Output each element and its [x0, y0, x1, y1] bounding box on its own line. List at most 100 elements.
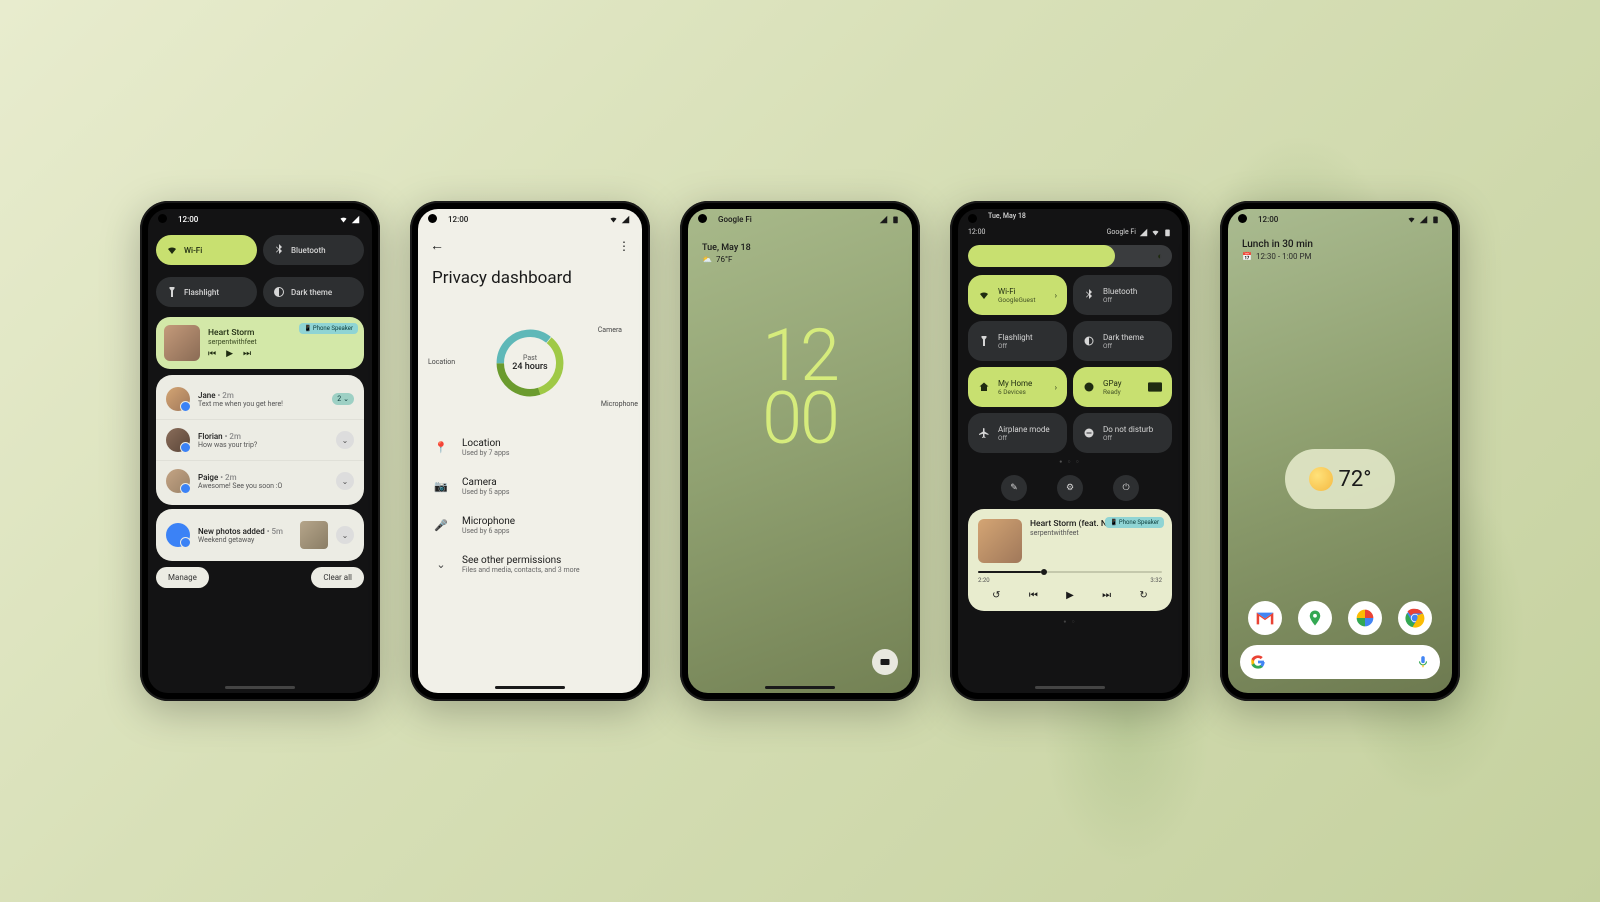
clear-all-button[interactable]: Clear all	[311, 567, 364, 588]
chevron-right-icon: ›	[1055, 291, 1057, 300]
media-play-icon[interactable]: ▶	[1066, 590, 1074, 601]
gesture-nav-bar[interactable]	[1035, 686, 1105, 689]
output-badge[interactable]: 📱 Phone Speaker	[1105, 517, 1164, 528]
permission-row-location[interactable]: 📍 LocationUsed by 7 apps	[418, 428, 642, 467]
phone-notification-shade: 12:00 Wi-Fi Bluetooth Flashlight	[140, 201, 380, 701]
qs-tile-bluetooth[interactable]: BluetoothOff	[1073, 275, 1172, 315]
location-icon: 📍	[432, 441, 450, 454]
app-icon-gmail[interactable]	[1248, 601, 1282, 635]
search-bar[interactable]	[1240, 645, 1440, 679]
manage-button[interactable]: Manage	[156, 567, 209, 588]
status-date: Tue, May 18	[988, 212, 1026, 220]
qs-tile-gpay[interactable]: GPayReady	[1073, 367, 1172, 407]
at-a-glance-widget[interactable]: Lunch in 30 min 📅12:30 - 1:00 PM	[1228, 229, 1452, 261]
weather-widget[interactable]: 72°	[1285, 449, 1395, 509]
donut-label-microphone: Microphone	[601, 400, 638, 408]
notification-item[interactable]: New photos added • 5m Weekend getaway ⌄	[156, 513, 364, 557]
qs-tile-bluetooth[interactable]: Bluetooth	[263, 235, 364, 265]
media-player-card[interactable]: Heart Storm serpentwithfeet ⏮ ▶ ⏭ 📱 Phon…	[156, 317, 364, 369]
cell-signal-icon	[1419, 215, 1428, 224]
rewind-icon[interactable]: ↺	[992, 590, 1000, 601]
media-next-icon[interactable]: ⏭	[1102, 590, 1111, 601]
permission-row-camera[interactable]: 📷 CameraUsed by 5 apps	[418, 467, 642, 506]
permission-row-microphone[interactable]: 🎤 MicrophoneUsed by 6 apps	[418, 506, 642, 545]
brightness-auto-icon: ◐	[1152, 248, 1168, 264]
avatar	[166, 428, 190, 452]
notification-item[interactable]: Paige • 2m Awesome! See you soon :O ⌄	[156, 461, 364, 501]
qs-tile-wifi[interactable]: Wi-Fi	[156, 235, 257, 265]
expand-icon[interactable]: ⌄	[336, 526, 354, 544]
expand-icon[interactable]: ⌄	[336, 431, 354, 449]
gesture-nav-bar[interactable]	[765, 686, 835, 689]
status-bar: 12:00	[418, 209, 642, 229]
qs-tile-home[interactable]: My Home6 Devices ›	[968, 367, 1067, 407]
gesture-nav-bar[interactable]	[225, 686, 295, 689]
qs-tile-flashlight[interactable]: Flashlight	[156, 277, 257, 307]
forward-icon[interactable]: ↻	[1139, 590, 1147, 601]
weather-temp: 72°	[1339, 467, 1372, 492]
brightness-slider[interactable]: ◐	[968, 245, 1172, 267]
edit-tiles-button[interactable]: ✎	[1001, 475, 1027, 501]
media-next-icon[interactable]: ⏭	[243, 349, 251, 359]
total-time: 3:32	[1150, 577, 1162, 584]
flashlight-icon	[978, 335, 990, 347]
status-bar: Google Fi	[688, 209, 912, 229]
settings-button[interactable]: ⚙	[1057, 475, 1083, 501]
page-indicator: ● ○ ○	[958, 457, 1182, 467]
album-art	[164, 325, 200, 361]
wifi-icon	[166, 244, 178, 256]
media-progress[interactable]	[978, 571, 1162, 573]
expand-icon[interactable]: ⌄	[336, 472, 354, 490]
qs-tile-flashlight[interactable]: FlashlightOff	[968, 321, 1067, 361]
page-title: Privacy dashboard	[418, 262, 642, 298]
cell-signal-icon	[879, 215, 888, 224]
qs-tile-dnd[interactable]: Do not disturbOff	[1073, 413, 1172, 453]
carrier-label: Google Fi	[718, 215, 752, 224]
media-prev-icon[interactable]: ⏮	[1029, 590, 1038, 601]
more-icon[interactable]: ⋮	[618, 239, 630, 253]
back-icon[interactable]: ←	[430, 237, 444, 254]
bluetooth-icon	[1083, 289, 1095, 301]
media-prev-icon[interactable]: ⏮	[208, 349, 216, 359]
qs-tile-wifi[interactable]: Wi-FiGoogleGuest ›	[968, 275, 1067, 315]
output-badge[interactable]: 📱 Phone Speaker	[299, 323, 358, 334]
battery-icon	[1431, 215, 1440, 224]
power-button[interactable]: ⏻	[1113, 475, 1139, 501]
qs-tile-dark-theme[interactable]: Dark themeOff	[1073, 321, 1172, 361]
lock-clock: 12 00	[688, 324, 912, 451]
gesture-nav-bar[interactable]	[495, 686, 565, 689]
wallet-button[interactable]	[872, 649, 898, 675]
qs-tile-dark-theme[interactable]: Dark theme	[263, 277, 364, 307]
notification-item[interactable]: Florian • 2m How was your trip? ⌄	[156, 420, 364, 461]
phone-privacy-dashboard: 12:00 ← ⋮ Privacy dashboard Past 24 hour…	[410, 201, 650, 701]
photo-thumbnail	[300, 521, 328, 549]
mic-icon[interactable]	[1416, 655, 1430, 669]
front-camera	[1238, 214, 1247, 223]
app-icon-photos[interactable]	[1348, 601, 1382, 635]
glance-time: 12:30 - 1:00 PM	[1256, 252, 1312, 261]
wallet-icon	[879, 656, 891, 668]
elapsed-time: 2:20	[978, 577, 990, 584]
media-artist: serpentwithfeet	[1030, 529, 1121, 537]
qs-label: Wi-Fi	[184, 246, 202, 255]
app-dock	[1228, 601, 1452, 635]
front-camera	[428, 214, 437, 223]
carrier-label: Google Fi	[1107, 228, 1136, 236]
status-time: 12:00	[1258, 215, 1278, 224]
media-player-card[interactable]: 📱 Phone Speaker Heart Storm (feat. NAO) …	[968, 509, 1172, 611]
airplane-icon	[978, 427, 990, 439]
bluetooth-icon	[273, 244, 285, 256]
qs-label: Flashlight	[184, 288, 219, 297]
notification-count-chip[interactable]: 2 ⌄	[332, 393, 354, 405]
dnd-icon	[1083, 427, 1095, 439]
app-icon-chrome[interactable]	[1398, 601, 1432, 635]
chevron-right-icon: ›	[1055, 383, 1057, 392]
notification-item[interactable]: Jane • 2m Text me when you get here! 2 ⌄	[156, 379, 364, 420]
media-play-icon[interactable]: ▶	[226, 349, 233, 359]
permission-row-other[interactable]: ⌄ See other permissionsFiles and media, …	[418, 545, 642, 584]
qs-tile-airplane[interactable]: Airplane modeOff	[968, 413, 1067, 453]
wifi-signal-icon	[339, 215, 348, 224]
app-icon-maps[interactable]	[1298, 601, 1332, 635]
qs-label: Bluetooth	[291, 246, 326, 255]
status-bar: Tue, May 18	[958, 209, 1182, 223]
